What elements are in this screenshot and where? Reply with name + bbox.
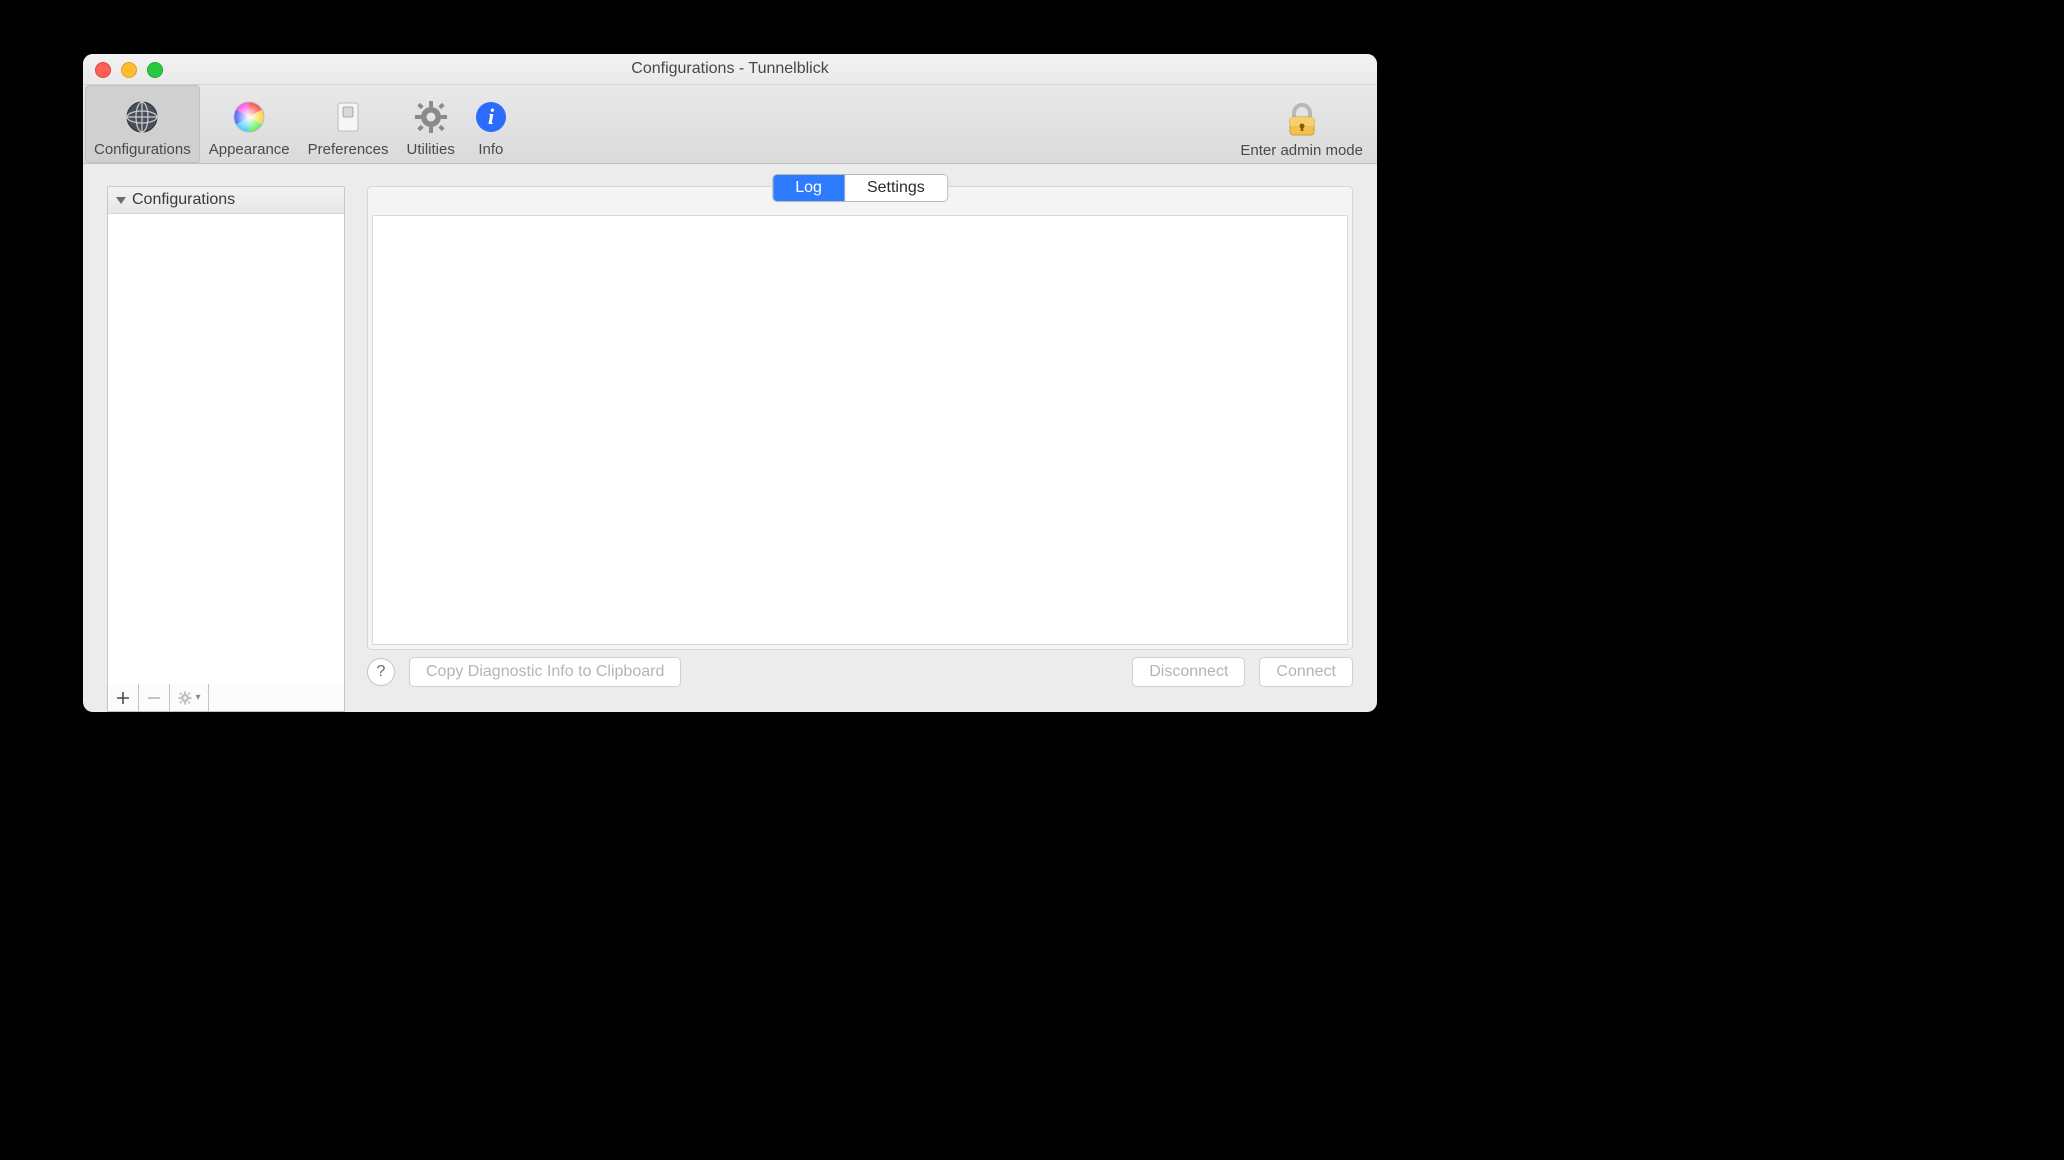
sidebar-footer-spacer [209,684,344,711]
toolbar-label: Info [478,141,503,158]
help-button[interactable]: ? [367,658,395,686]
window-title: Configurations - Tunnelblick [83,54,1377,84]
configurations-list[interactable] [108,214,344,654]
main-panel: Log Settings [367,186,1353,650]
toolbar: Configurations [83,85,1377,164]
add-configuration-button[interactable] [108,684,139,711]
toolbar-label: Utilities [407,141,455,158]
sidebar-footer: ▾ [107,684,345,712]
content-area: Configurations [83,162,1377,712]
minus-icon [147,691,161,705]
toolbar-tab-configurations[interactable]: Configurations [85,85,200,163]
admin-label: Enter admin mode [1240,142,1363,159]
titlebar: Configurations - Tunnelblick [83,54,1377,85]
configurations-sidebar: Configurations [107,186,345,686]
connect-button[interactable]: Connect [1259,657,1353,687]
gear-icon [177,690,193,706]
copy-diagnostic-info-button[interactable]: Copy Diagnostic Info to Clipboard [409,657,681,687]
segmented-control: Log Settings [772,174,948,202]
toolbar-tab-info[interactable]: i Info [464,85,518,163]
sidebar-header-label: Configurations [132,187,235,213]
tab-settings[interactable]: Settings [845,175,947,201]
toolbar-tab-utilities[interactable]: Utilities [398,85,464,163]
chevron-down-icon: ▾ [195,692,200,703]
svg-text:i: i [488,104,495,129]
configuration-action-menu-button[interactable]: ▾ [170,684,209,711]
disconnect-button[interactable]: Disconnect [1132,657,1245,687]
gear-icon [413,99,449,135]
toolbar-label: Configurations [94,141,191,158]
log-output[interactable] [372,215,1348,645]
enter-admin-mode-button[interactable]: Enter admin mode [1234,85,1375,163]
switch-icon [330,99,366,135]
toolbar-label: Preferences [308,141,389,158]
footer: ? Copy Diagnostic Info to Clipboard Disc… [367,656,1353,688]
toolbar-tab-preferences[interactable]: Preferences [299,85,398,163]
remove-configuration-button[interactable] [139,684,170,711]
network-globe-icon [124,99,160,135]
toolbar-label: Appearance [209,141,290,158]
color-wheel-icon [231,99,267,135]
app-window: Configurations - Tunnelblick Configurati… [83,54,1377,712]
sidebar-header[interactable]: Configurations [108,187,344,214]
toolbar-tab-appearance[interactable]: Appearance [200,85,299,163]
plus-icon [116,691,130,705]
info-icon: i [473,99,509,135]
disclosure-triangle-icon [116,197,126,204]
tab-log[interactable]: Log [773,175,845,201]
lock-icon [1285,102,1319,138]
